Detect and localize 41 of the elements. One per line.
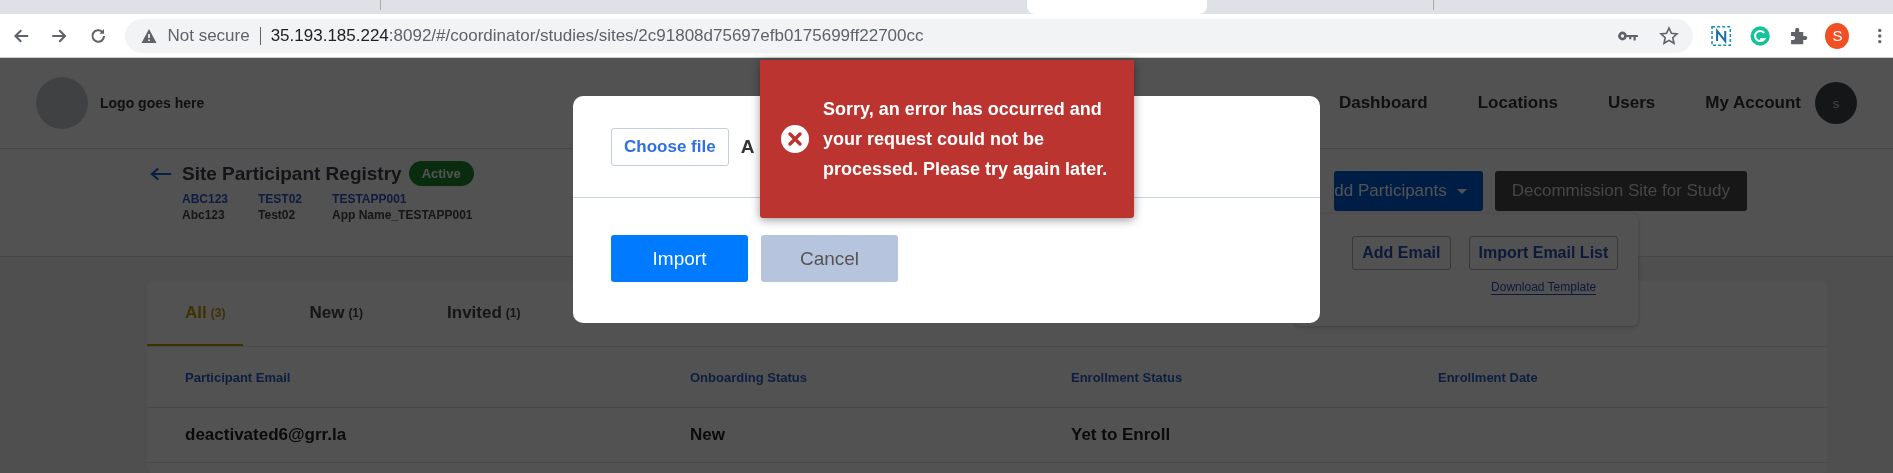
security-label: Not secure — [167, 26, 261, 45]
column-header: Participant Email — [185, 369, 292, 385]
menu-button[interactable]: Import Email List — [1468, 236, 1619, 270]
file-label: A — [740, 135, 755, 158]
error-message: Sorry, an error has occurred and your request could not be processed. Please try again later. — [823, 98, 1109, 181]
cancel-button[interactable]: Cancel — [761, 235, 898, 282]
caret-icon — [1456, 188, 1467, 194]
warning-icon — [141, 27, 158, 44]
url-text: 35.193.185.224:8092/#/coordinator/studies/sites/2c91808d75697efb0175699ff22700cc — [270, 25, 925, 46]
table-cell-text: Yet to Enroll — [1071, 425, 1172, 445]
meta-name: App Name_TESTAPP001 — [332, 208, 473, 222]
table-cell-text: New — [690, 425, 726, 445]
column-header: Enrollment Date — [1438, 369, 1539, 385]
profile-avatar[interactable]: S — [1825, 22, 1850, 49]
meta-code: TEST02 — [258, 192, 303, 206]
star-icon[interactable] — [1659, 25, 1680, 46]
meta-code: ABC123 — [182, 192, 229, 206]
address-bar[interactable]: Not secure 35.193.185.224:8092/#/coordinator/studies/sites/2c91808d75697efb0175699ff22700cc — [125, 18, 1694, 53]
tab[interactable]: New (1) — [309, 281, 364, 346]
tab[interactable]: All (3) — [147, 281, 244, 346]
meta-code: TESTAPP001 — [332, 192, 408, 206]
download-template-link[interactable]: Download Template — [1491, 280, 1597, 295]
logo-text: Logo goes here — [100, 95, 205, 111]
table-cell-text: deactivated6@grr.la — [185, 425, 348, 445]
meta-name: Abc123 — [182, 208, 226, 222]
choose-file-button[interactable]: Choose file — [611, 127, 729, 166]
import-button[interactable]: Import — [611, 235, 748, 282]
nav-link[interactable]: My Account — [1705, 93, 1801, 113]
tab[interactable]: Invited (1) — [447, 281, 521, 346]
menu-button[interactable]: Add Email — [1352, 236, 1451, 270]
error-icon — [780, 124, 810, 154]
meta-name: Test02 — [258, 208, 297, 222]
column-header: Enrollment Status — [1071, 369, 1184, 385]
nav-link[interactable]: Locations — [1477, 93, 1558, 113]
page-title: Site Participant Registry — [182, 162, 402, 185]
nav-link[interactable]: Users — [1608, 93, 1656, 113]
column-header: Onboarding Status — [690, 369, 808, 385]
add-participants-button[interactable]: dd Participants — [1334, 171, 1483, 211]
extension-icon[interactable] — [1711, 24, 1732, 47]
status-badge: Active — [408, 161, 474, 186]
nav-link[interactable]: Dashboard — [1338, 93, 1428, 113]
